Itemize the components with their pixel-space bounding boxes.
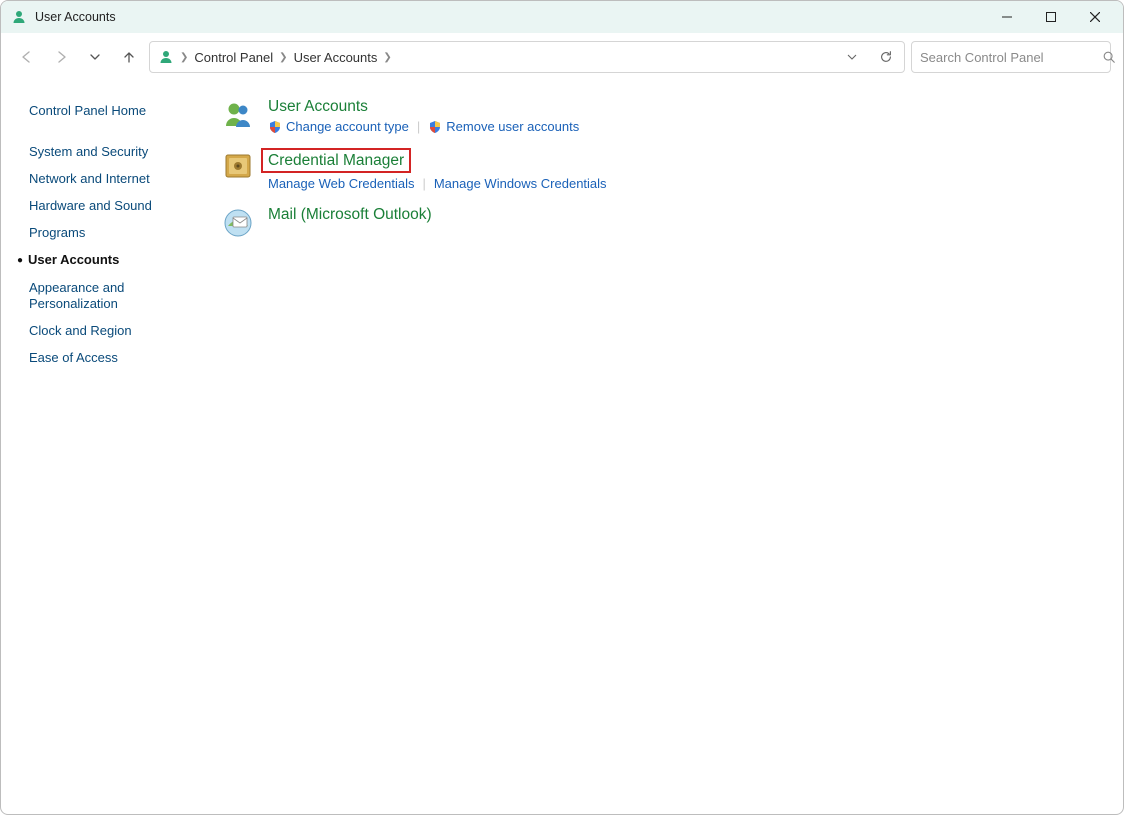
sidebar-item-ease-of-access[interactable]: Ease of Access xyxy=(29,350,196,366)
breadcrumb-part[interactable]: User Accounts xyxy=(292,48,380,67)
task-manage-web-credentials[interactable]: Manage Web Credentials xyxy=(268,176,414,191)
back-button[interactable] xyxy=(13,43,41,71)
chevron-right-icon: ❯ xyxy=(180,52,188,63)
content-area: Control Panel Home System and Security N… xyxy=(1,81,1123,814)
search-icon xyxy=(1102,50,1116,64)
safe-icon xyxy=(220,148,256,184)
sidebar-item-network-internet[interactable]: Network and Internet xyxy=(29,171,196,187)
task-divider: | xyxy=(417,119,420,134)
window-root: User Accounts ❯ xyxy=(0,0,1124,815)
navigation-bar: ❯ Control Panel ❯ User Accounts ❯ xyxy=(1,33,1123,81)
window-title: User Accounts xyxy=(35,10,116,24)
task-row: Manage Web Credentials | Manage Windows … xyxy=(268,176,607,191)
up-button[interactable] xyxy=(115,43,143,71)
sidebar-item-clock-region[interactable]: Clock and Region xyxy=(29,323,196,339)
close-button[interactable] xyxy=(1073,2,1117,32)
refresh-button[interactable] xyxy=(874,45,898,69)
category-title-link[interactable]: Mail (Microsoft Outlook) xyxy=(268,205,432,224)
sidebar: Control Panel Home System and Security N… xyxy=(1,81,206,814)
category-credential-manager: Credential Manager Manage Web Credential… xyxy=(220,148,1103,191)
shield-icon xyxy=(428,120,442,134)
maximize-button[interactable] xyxy=(1029,2,1073,32)
chevron-right-icon: ❯ xyxy=(383,52,391,63)
task-label: Remove user accounts xyxy=(446,119,579,134)
minimize-button[interactable] xyxy=(985,2,1029,32)
category-title-link[interactable]: User Accounts xyxy=(268,97,579,116)
sidebar-item-control-panel-home[interactable]: Control Panel Home xyxy=(29,103,196,119)
sidebar-item-user-accounts[interactable]: ●User Accounts xyxy=(29,252,196,269)
main-panel: User Accounts Change account type | xyxy=(206,81,1123,814)
address-dropdown-button[interactable] xyxy=(840,45,864,69)
task-divider: | xyxy=(422,176,425,191)
sidebar-item-appearance-personalization[interactable]: Appearance and Personalization xyxy=(29,280,159,312)
sidebar-item-hardware-sound[interactable]: Hardware and Sound xyxy=(29,198,196,214)
user-icon xyxy=(11,9,27,25)
sidebar-item-programs[interactable]: Programs xyxy=(29,225,196,241)
breadcrumb-part[interactable]: Control Panel xyxy=(192,48,275,67)
search-box[interactable] xyxy=(911,41,1111,73)
sidebar-item-system-security[interactable]: System and Security xyxy=(29,144,196,160)
category-title-link[interactable]: Credential Manager xyxy=(261,148,411,173)
people-icon xyxy=(220,97,256,133)
task-label: Change account type xyxy=(286,119,409,134)
sidebar-item-label: User Accounts xyxy=(28,252,119,267)
history-dropdown-button[interactable] xyxy=(81,43,109,71)
search-input[interactable] xyxy=(920,50,1096,65)
forward-button[interactable] xyxy=(47,43,75,71)
task-change-account-type[interactable]: Change account type xyxy=(268,119,409,134)
title-bar: User Accounts xyxy=(1,1,1123,33)
category-mail: Mail (Microsoft Outlook) xyxy=(220,205,1103,241)
mail-icon xyxy=(220,205,256,241)
shield-icon xyxy=(268,120,282,134)
category-user-accounts: User Accounts Change account type | xyxy=(220,97,1103,134)
address-bar[interactable]: ❯ Control Panel ❯ User Accounts ❯ xyxy=(149,41,905,73)
task-row: Change account type | Remove user accoun… xyxy=(268,119,579,134)
chevron-right-icon: ❯ xyxy=(279,52,287,63)
task-remove-user-accounts[interactable]: Remove user accounts xyxy=(428,119,579,134)
user-icon xyxy=(158,49,174,65)
breadcrumb: ❯ Control Panel ❯ User Accounts ❯ xyxy=(180,48,392,67)
task-manage-windows-credentials[interactable]: Manage Windows Credentials xyxy=(434,176,607,191)
